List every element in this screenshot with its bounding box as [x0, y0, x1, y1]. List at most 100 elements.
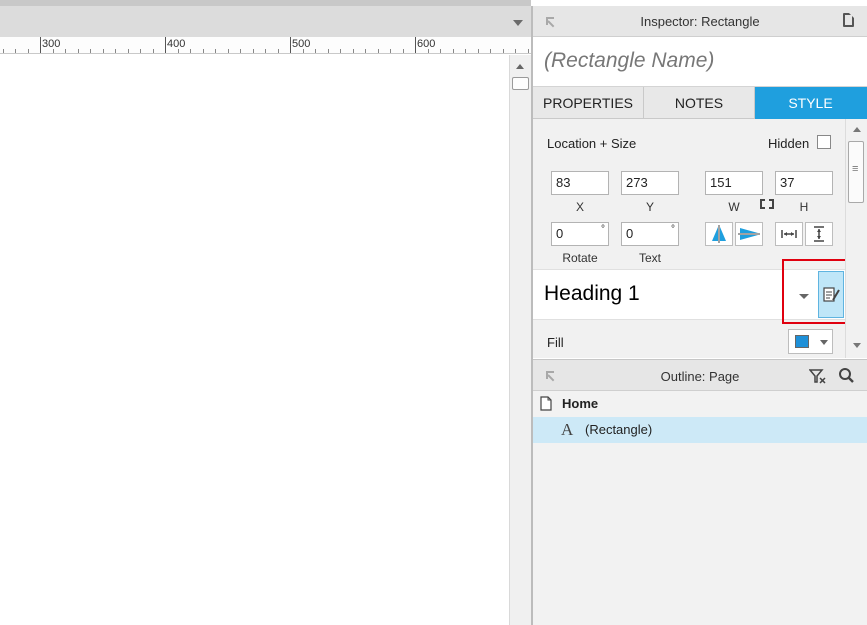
flip-horizontal-icon: [712, 225, 726, 243]
rotate-label: Rotate: [562, 251, 598, 265]
ruler-minor-tick: [390, 49, 391, 53]
ruler-minor-tick: [228, 49, 229, 53]
ruler-minor-tick: [140, 49, 141, 53]
width-field[interactable]: 151: [705, 171, 763, 195]
x-field[interactable]: 83: [551, 171, 609, 195]
ruler-label: 400: [167, 38, 186, 50]
ruler-minor-tick: [403, 49, 404, 53]
hidden-label: Hidden: [768, 136, 810, 151]
search-icon[interactable]: [838, 367, 855, 384]
fill-label: Fill: [547, 335, 564, 350]
tab-style[interactable]: STYLE: [755, 87, 867, 119]
widget-label: (Rectangle): [585, 422, 653, 437]
ruler-minor-tick: [353, 49, 354, 53]
outline-tree: Home A (Rectangle): [533, 391, 867, 625]
ruler-minor-tick: [453, 49, 454, 53]
x-label: X: [575, 200, 584, 214]
ruler-minor-tick: [90, 49, 91, 53]
canvas-vertical-scrollbar[interactable]: [509, 55, 531, 625]
ruler-minor-tick: [3, 49, 4, 53]
scroll-thumb[interactable]: [848, 141, 864, 203]
scroll-down-icon[interactable]: [853, 343, 861, 348]
outline-header: Outline: Page: [533, 359, 867, 391]
fill-color-picker[interactable]: [788, 329, 833, 354]
ruler-label: 600: [417, 38, 436, 50]
tree-item-rectangle[interactable]: A (Rectangle): [533, 417, 867, 443]
horizontal-ruler: 300 400 500 600: [0, 37, 531, 54]
chevron-down-icon[interactable]: [820, 340, 828, 345]
text-a-icon: A: [561, 420, 574, 439]
page-tabs-dropdown-icon[interactable]: [513, 20, 523, 26]
ruler-minor-tick: [115, 49, 116, 53]
auto-fit-width-button[interactable]: [775, 222, 803, 246]
rotate-field[interactable]: 0 °: [551, 222, 609, 246]
ruler-minor-tick: [378, 49, 379, 53]
ruler-label: 300: [42, 38, 61, 50]
ruler-minor-tick: [153, 49, 154, 53]
ruler-minor-tick: [440, 49, 441, 53]
flip-vertical-button[interactable]: [735, 222, 763, 246]
page-properties-icon[interactable]: [843, 13, 854, 27]
fit-height-icon: [814, 226, 824, 242]
fit-width-icon: [781, 230, 797, 238]
ruler-minor-tick: [215, 49, 216, 53]
ruler-minor-tick: [478, 49, 479, 53]
ruler-minor-tick: [240, 49, 241, 53]
ruler-minor-tick: [28, 49, 29, 53]
ruler-minor-tick: [65, 49, 66, 53]
inspector-title: Inspector: Rectangle: [640, 14, 760, 29]
flip-horizontal-button[interactable]: [705, 222, 733, 246]
style-panel-scrollbar[interactable]: [845, 119, 867, 358]
ruler-minor-tick: [490, 49, 491, 53]
text-rotate-value: 0: [626, 226, 634, 241]
ruler-minor-tick: [253, 49, 254, 53]
widget-name-field[interactable]: (Rectangle Name): [533, 37, 867, 87]
hidden-checkbox[interactable]: [817, 135, 831, 149]
ruler-major-tick: [290, 37, 291, 53]
tree-item-home[interactable]: Home: [533, 391, 867, 417]
tab-properties[interactable]: PROPERTIES: [533, 87, 644, 119]
page-label: Home: [562, 396, 599, 411]
h-label: H: [799, 200, 809, 214]
y-label: Y: [645, 200, 654, 214]
ruler-minor-tick: [278, 49, 279, 53]
widget-name-placeholder: (Rectangle Name): [544, 49, 715, 72]
ruler-minor-tick: [190, 49, 191, 53]
tab-notes[interactable]: NOTES: [644, 87, 755, 119]
ruler-minor-tick: [340, 49, 341, 53]
design-canvas[interactable]: [0, 55, 509, 625]
inspector-header: Inspector: Rectangle: [533, 6, 867, 37]
inspector-tabs: PROPERTIES NOTES STYLE: [533, 87, 867, 119]
text-degree-symbol: °: [671, 224, 675, 235]
location-size-heading: Location + Size: [547, 136, 637, 151]
ruler-minor-tick: [515, 49, 516, 53]
lock-aspect-ratio-icon[interactable]: [760, 198, 774, 210]
scroll-up-icon[interactable]: [853, 127, 861, 132]
ruler-minor-tick: [328, 49, 329, 53]
ruler-minor-tick: [128, 49, 129, 53]
ruler-minor-tick: [78, 49, 79, 53]
text-rotate-field[interactable]: 0 °: [621, 222, 679, 246]
y-field[interactable]: 273: [621, 171, 679, 195]
rotate-degree-symbol: °: [601, 224, 605, 235]
canvas-tab-bar: [0, 6, 531, 37]
ruler-minor-tick: [315, 49, 316, 53]
scroll-thumb[interactable]: [512, 77, 529, 90]
ruler-minor-tick: [15, 49, 16, 53]
widget-style-name: Heading 1: [544, 282, 640, 305]
ruler-minor-tick: [103, 49, 104, 53]
ruler-major-tick: [165, 37, 166, 53]
rotate-value: 0: [556, 226, 564, 241]
ruler-minor-tick: [365, 49, 366, 53]
ruler-minor-tick: [265, 49, 266, 53]
height-field[interactable]: 37: [775, 171, 833, 195]
flip-vertical-icon: [738, 228, 760, 240]
ruler-label: 500: [292, 38, 311, 50]
ruler-minor-tick: [528, 49, 529, 53]
ruler-minor-tick: [465, 49, 466, 53]
auto-fit-height-button[interactable]: [805, 222, 833, 246]
ruler-major-tick: [415, 37, 416, 53]
filter-icon[interactable]: [809, 368, 827, 384]
scroll-up-icon[interactable]: [516, 64, 524, 69]
w-label: W: [728, 200, 740, 214]
